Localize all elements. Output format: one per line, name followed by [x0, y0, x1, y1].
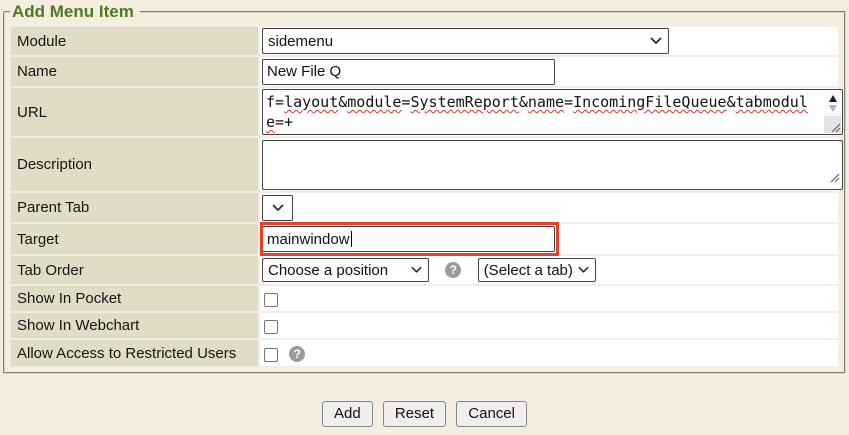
form-row-tab-order: Tab Order Choose a position ? (Select a … [11, 256, 838, 284]
url-label: URL [11, 88, 258, 136]
form-row-url: URL f=layout&module=SystemReport&name=In… [11, 88, 838, 136]
name-input-value: New File Q [267, 63, 341, 80]
parent-tab-label: Parent Tab [11, 193, 258, 222]
allow-restricted-label: Allow Access to Restricted Users [11, 340, 258, 366]
form-title: Add Menu Item [10, 2, 140, 22]
url-textarea-value: f=layout&module=SystemReport&name=Incomi… [263, 90, 815, 132]
form-row-description: Description [11, 138, 838, 191]
description-label: Description [11, 138, 258, 191]
tab-order-position-select[interactable]: Choose a position [262, 258, 429, 282]
text-caret [351, 231, 352, 247]
show-in-webchart-label: Show In Webchart [11, 313, 258, 338]
form-row-module: Module sidemenu [11, 27, 838, 55]
target-input-value: mainwindow [267, 231, 350, 248]
show-in-webchart-checkbox[interactable] [264, 320, 278, 334]
cancel-button[interactable]: Cancel [456, 401, 527, 427]
allow-restricted-checkbox[interactable] [264, 348, 278, 362]
form-row-target: Target mainwindow [11, 224, 838, 254]
url-scrollbar[interactable] [824, 91, 841, 133]
chevron-down-icon [578, 266, 589, 274]
scroll-up-icon[interactable] [829, 95, 837, 102]
resize-handle-icon[interactable] [824, 116, 841, 133]
tab-order-label: Tab Order [11, 256, 258, 284]
form-row-show-in-pocket: Show In Pocket [11, 286, 838, 311]
url-textarea[interactable]: f=layout&module=SystemReport&name=Incomi… [262, 89, 843, 135]
tab-order-tab-value: (Select a tab) [484, 262, 572, 279]
reset-button[interactable]: Reset [383, 401, 446, 427]
tab-order-tab-select[interactable]: (Select a tab) [478, 258, 596, 282]
form-row-allow-restricted: Allow Access to Restricted Users ? [11, 340, 838, 366]
target-input[interactable]: mainwindow [262, 226, 555, 252]
add-menu-item-form: Add Menu Item Module sidemenu Name New F… [3, 2, 846, 374]
show-in-pocket-label: Show In Pocket [11, 286, 258, 311]
tab-order-position-value: Choose a position [268, 262, 405, 279]
name-label: Name [11, 57, 258, 86]
chevron-down-icon [272, 204, 284, 212]
target-label: Target [11, 224, 258, 254]
chevron-down-icon [650, 37, 662, 45]
form-actions: Add Reset Cancel [0, 401, 849, 427]
name-input[interactable]: New File Q [262, 59, 555, 85]
module-select-value: sidemenu [268, 33, 644, 50]
help-icon[interactable]: ? [289, 346, 305, 362]
show-in-pocket-checkbox[interactable] [264, 293, 278, 307]
add-button[interactable]: Add [322, 401, 373, 427]
parent-tab-select[interactable] [262, 195, 293, 221]
form-row-show-in-webchart: Show In Webchart [11, 313, 838, 338]
form-row-name: Name New File Q [11, 57, 838, 86]
description-textarea-value [263, 141, 815, 143]
module-label: Module [11, 27, 258, 55]
form-table: Module sidemenu Name New File Q URL [9, 25, 840, 368]
scroll-down-icon[interactable] [829, 105, 837, 112]
chevron-down-icon [411, 266, 422, 274]
form-row-parent-tab: Parent Tab [11, 193, 838, 222]
resize-handle-icon[interactable] [829, 170, 840, 187]
description-textarea[interactable] [262, 140, 843, 190]
help-icon[interactable]: ? [445, 262, 461, 278]
module-select[interactable]: sidemenu [262, 28, 669, 54]
